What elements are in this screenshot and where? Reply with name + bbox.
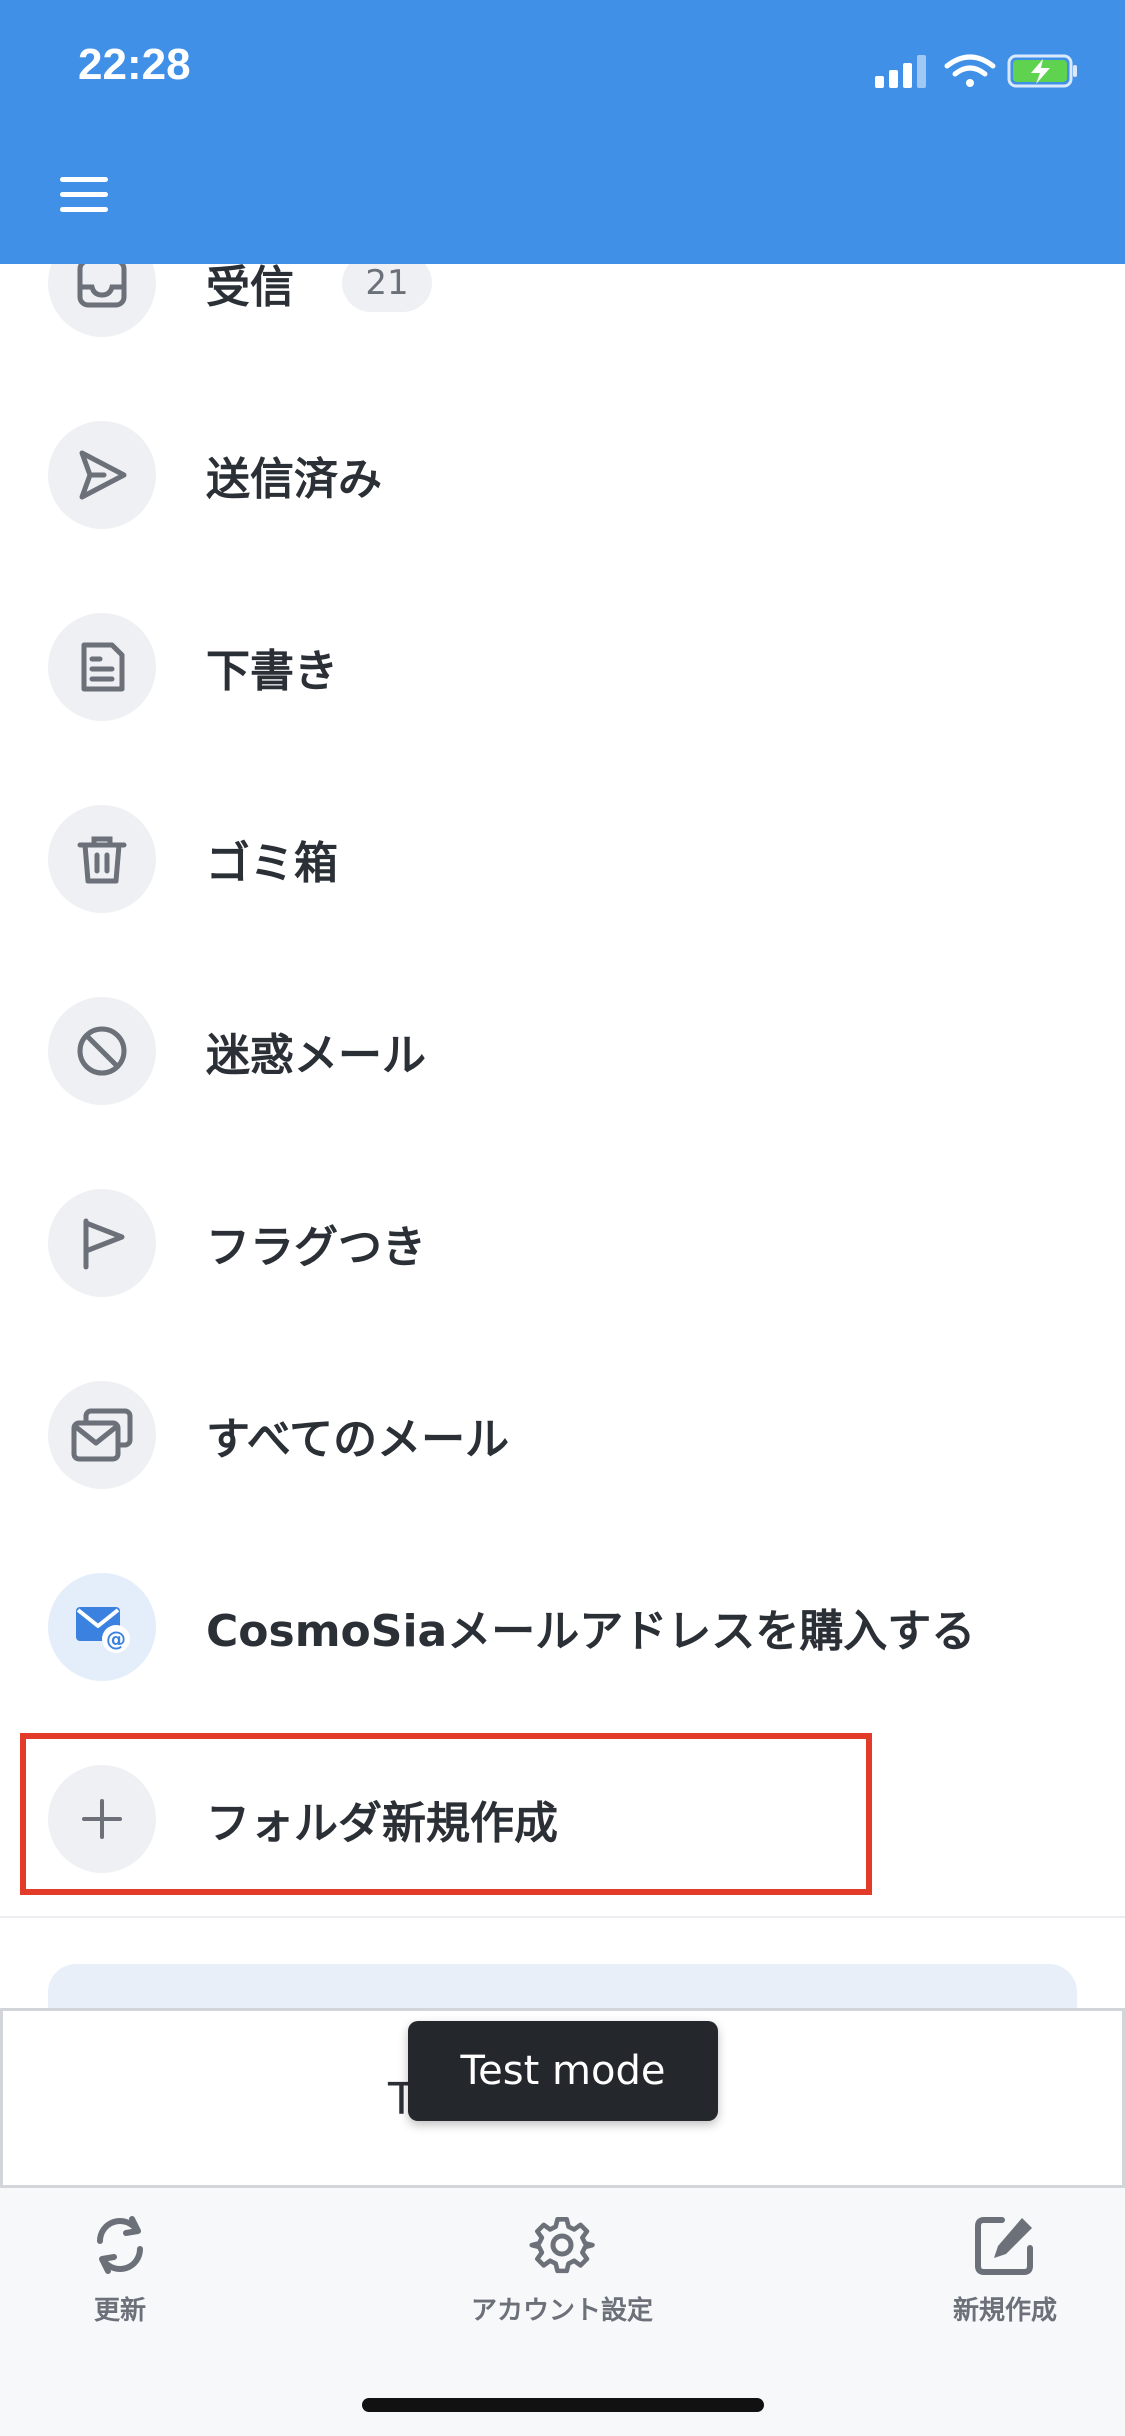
folder-label: CosmoSiaメールアドレスを購入する bbox=[206, 1606, 976, 1657]
folder-label: ゴミ箱 bbox=[206, 838, 338, 889]
folder-label: フォルダ新規作成 bbox=[206, 1798, 558, 1849]
tab-label: 新規作成 bbox=[952, 2296, 1057, 2326]
mail-at-icon: @ bbox=[76, 1607, 130, 1653]
folder-item-inbox[interactable]: 受信 21 bbox=[0, 264, 1125, 379]
tab-refresh[interactable]: 更新 bbox=[10, 2210, 230, 2340]
plus-icon bbox=[82, 1799, 122, 1839]
tab-account-settings[interactable]: アカウント設定 bbox=[452, 2210, 672, 2340]
cellular-signal-icon bbox=[875, 55, 926, 88]
menu-button[interactable] bbox=[50, 160, 120, 230]
test-mode-toast: Test mode bbox=[408, 2021, 718, 2121]
trash-icon-circle bbox=[48, 805, 156, 913]
tab-label: 更新 bbox=[93, 2296, 146, 2326]
inbox-icon bbox=[77, 264, 127, 308]
folder-label: 送信済み bbox=[206, 454, 382, 505]
tab-compose[interactable]: 新規作成 bbox=[895, 2210, 1115, 2340]
flag-icon-circle bbox=[48, 1189, 156, 1297]
inbox-icon-circle bbox=[48, 264, 156, 337]
header-bar: 22:28 bbox=[0, 0, 1125, 264]
folder-item-buy-address[interactable]: @ CosmoSiaメールアドレスを購入する bbox=[0, 1531, 1125, 1723]
battery-charging-icon bbox=[1007, 54, 1077, 88]
folder-label: 迷惑メール bbox=[206, 1030, 426, 1081]
send-icon-circle bbox=[48, 421, 156, 529]
folder-item-all-mail[interactable]: すべてのメール bbox=[0, 1339, 1125, 1531]
folder-item-spam[interactable]: 迷惑メール bbox=[0, 955, 1125, 1147]
draft-icon-circle bbox=[48, 613, 156, 721]
status-icons bbox=[875, 46, 1085, 94]
wifi-icon bbox=[944, 54, 996, 87]
refresh-icon bbox=[97, 2216, 143, 2274]
status-time: 22:28 bbox=[78, 40, 191, 89]
divider bbox=[0, 1916, 1125, 1918]
draft-document-icon bbox=[81, 642, 125, 692]
folder-label: 下書き bbox=[206, 646, 338, 697]
all-mail-icon bbox=[71, 1408, 133, 1462]
trash-icon bbox=[77, 836, 127, 884]
home-indicator[interactable] bbox=[362, 2398, 764, 2412]
folder-label: フラグつき bbox=[206, 1222, 426, 1273]
create-folder-item[interactable]: フォルダ新規作成 bbox=[0, 1723, 1125, 1915]
hamburger-menu-icon bbox=[60, 177, 108, 212]
tab-label: アカウント設定 bbox=[470, 2296, 653, 2326]
block-icon-circle bbox=[48, 997, 156, 1105]
flag-icon bbox=[83, 1218, 125, 1270]
svg-text:@: @ bbox=[106, 1627, 126, 1651]
block-icon bbox=[77, 1026, 127, 1076]
mail-at-icon-circle: @ bbox=[48, 1573, 156, 1681]
folder-item-drafts[interactable]: 下書き bbox=[0, 571, 1125, 763]
folder-item-trash[interactable]: ゴミ箱 bbox=[0, 763, 1125, 955]
all-mail-icon-circle bbox=[48, 1381, 156, 1489]
folder-item-flagged[interactable]: フラグつき bbox=[0, 1147, 1125, 1339]
send-icon bbox=[79, 450, 127, 500]
folder-label: 受信 bbox=[206, 264, 294, 313]
folder-list: 受信 21 送信済み 下書き ゴミ箱 迷惑メール フラグつき すべてのメール @… bbox=[0, 264, 1125, 1916]
folder-label: すべてのメール bbox=[206, 1414, 510, 1465]
compose-icon bbox=[975, 2217, 1033, 2275]
unread-count-badge: 21 bbox=[342, 264, 432, 312]
gear-icon bbox=[529, 2217, 595, 2274]
folder-item-sent[interactable]: 送信済み bbox=[0, 379, 1125, 571]
plus-icon-circle bbox=[48, 1765, 156, 1873]
